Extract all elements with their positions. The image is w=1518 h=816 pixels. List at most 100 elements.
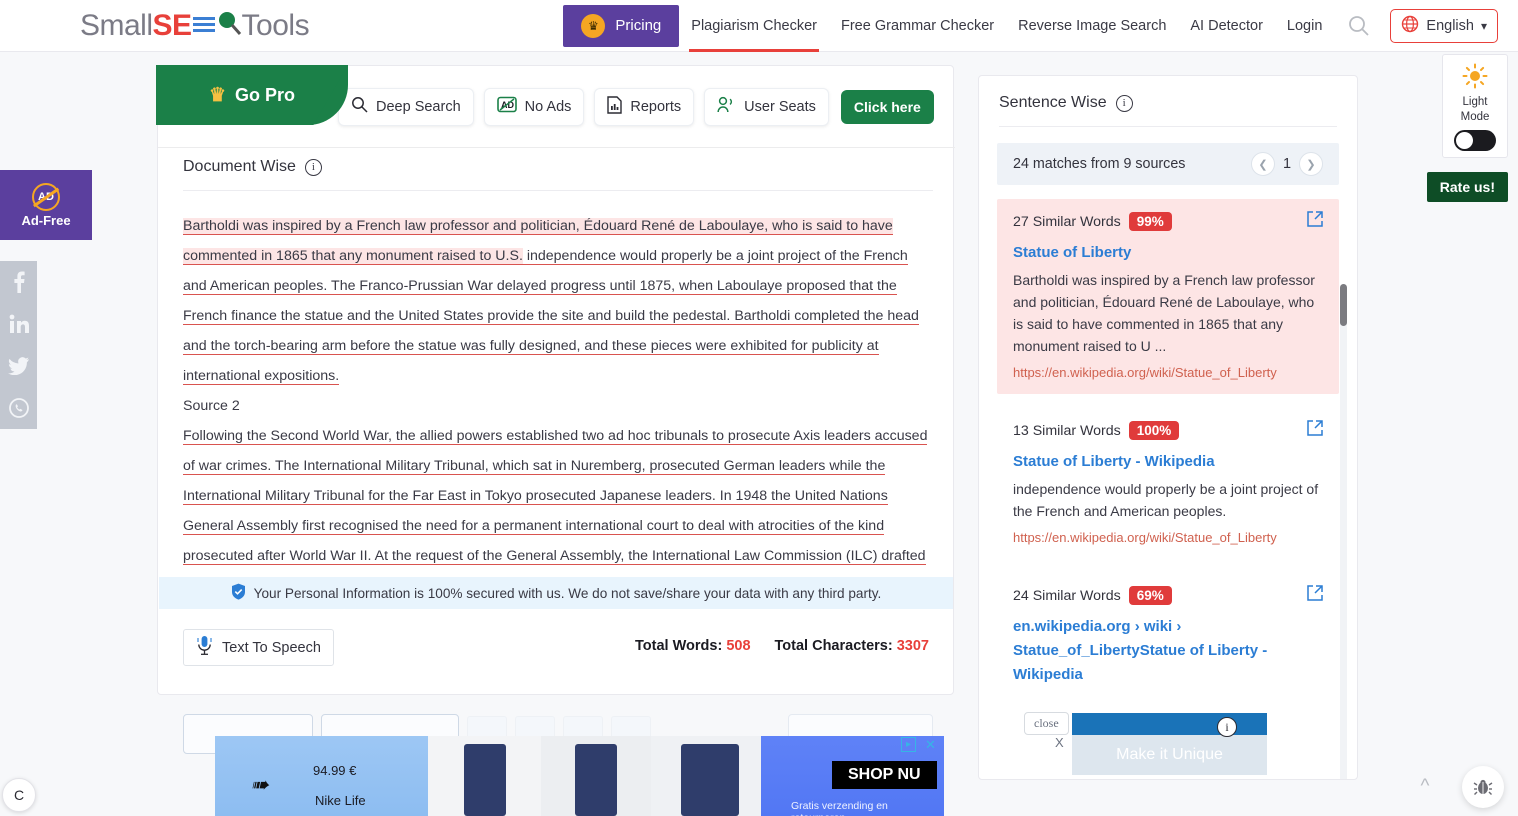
sentence-wise-panel: Sentence Wise i 24 matches from 9 source… bbox=[978, 75, 1358, 780]
result-card-header: 13 Similar Words 100% bbox=[1013, 420, 1323, 441]
click-here-button[interactable]: Click here bbox=[840, 89, 934, 124]
light-mode-widget[interactable]: Light Mode bbox=[1442, 54, 1508, 158]
result-card[interactable]: 13 Similar Words 100% Statue of Liberty … bbox=[997, 408, 1339, 559]
text-to-speech-label: Text To Speech bbox=[222, 639, 321, 656]
ad-close-icon[interactable]: ✕ bbox=[923, 737, 938, 752]
search-icon[interactable] bbox=[1334, 15, 1384, 37]
language-selector[interactable]: English ▾ bbox=[1390, 8, 1498, 43]
users-icon bbox=[717, 96, 736, 117]
deep-search-button[interactable]: Deep Search bbox=[338, 87, 474, 126]
result-snippet: Bartholdi was inspired by a French law p… bbox=[1013, 272, 1315, 354]
report-document-icon bbox=[607, 95, 623, 118]
logo-part-se: SE bbox=[152, 8, 193, 42]
total-words-label: Total Words: bbox=[635, 638, 723, 654]
similar-words-label: 27 Similar Words bbox=[1013, 213, 1121, 230]
scroll-to-top-button[interactable]: ^ bbox=[1404, 766, 1446, 808]
ad-product-image bbox=[464, 744, 506, 816]
make-it-unique-top-bar: i bbox=[1072, 713, 1267, 737]
nav-link-ai-detector[interactable]: AI Detector bbox=[1178, 0, 1275, 52]
result-card[interactable]: 27 Similar Words 99% Statue of Liberty B… bbox=[997, 199, 1339, 394]
info-icon[interactable]: i bbox=[1115, 94, 1133, 112]
nav-link-login[interactable]: Login bbox=[1275, 0, 1334, 52]
main-nav: ♛ Pricing Plagiarism Checker Free Gramma… bbox=[563, 0, 1498, 52]
linkedin-icon[interactable] bbox=[0, 303, 37, 345]
match-percent-badge: 99% bbox=[1128, 212, 1172, 231]
nav-link-reverse-image-search[interactable]: Reverse Image Search bbox=[1006, 0, 1178, 52]
twitter-icon[interactable] bbox=[0, 345, 37, 387]
result-title-link[interactable]: en.wikipedia.org › wiki › Statue_of_Libe… bbox=[1013, 615, 1323, 687]
matches-text: 24 matches from 9 sources bbox=[1013, 156, 1186, 172]
cookie-settings-button[interactable]: C bbox=[2, 778, 36, 812]
total-characters-label: Total Characters: bbox=[774, 638, 893, 654]
paragraph-2: Following the Second World War, the alli… bbox=[183, 421, 935, 571]
light-mode-label-line1: Light bbox=[1462, 96, 1488, 108]
result-card-header: 24 Similar Words 69% bbox=[1013, 585, 1323, 606]
close-x-button[interactable]: X bbox=[1055, 735, 1064, 750]
advertisement-banner[interactable]: ➠ 94.99 € Nike Life SHOP NU Gratis verze… bbox=[215, 736, 944, 816]
facebook-icon[interactable] bbox=[0, 261, 37, 303]
privacy-notice-bar: Your Personal Information is 100% secure… bbox=[159, 577, 953, 609]
result-card[interactable]: 24 Similar Words 69% en.wikipedia.org › … bbox=[997, 573, 1339, 701]
user-seats-label: User Seats bbox=[744, 98, 816, 115]
nav-label: Plagiarism Checker bbox=[691, 17, 817, 34]
adchoices-icon[interactable]: ▸ bbox=[901, 737, 916, 752]
no-ads-button[interactable]: AD No Ads bbox=[483, 87, 585, 126]
user-seats-button[interactable]: User Seats bbox=[704, 87, 829, 126]
make-it-unique-wrap: i Make it Unique bbox=[1072, 713, 1267, 775]
matches-summary-bar: 24 matches from 9 sources ❮ 1 ❯ bbox=[997, 143, 1339, 185]
chevron-right-icon[interactable]: ❯ bbox=[1299, 152, 1323, 176]
ad-brand: Nike Life bbox=[315, 793, 366, 808]
light-mode-label-line2: Mode bbox=[1460, 111, 1490, 123]
ad-free-icon: AD bbox=[32, 182, 60, 211]
nav-label: Free Grammar Checker bbox=[841, 17, 995, 34]
result-url[interactable]: https://en.wikipedia.org/wiki/Statue_of_… bbox=[1013, 530, 1323, 545]
app-root: Small SE Tools ♛ Pricing Plagiarism Checke… bbox=[0, 0, 1518, 816]
nav-label: Login bbox=[1286, 17, 1323, 34]
pro-toolbar: ♛ Go Pro Deep Search AD No Ads Reports U… bbox=[156, 65, 955, 148]
sentence-wise-header: Sentence Wise i bbox=[979, 76, 1357, 112]
logo-text: Small SE Tools bbox=[80, 8, 310, 43]
logo-magnifier-icon bbox=[216, 9, 242, 35]
result-url[interactable]: https://en.wikipedia.org/wiki/Statue_of_… bbox=[1013, 365, 1323, 380]
sentence-wise-title: Sentence Wise bbox=[999, 94, 1107, 111]
text-to-speech-button[interactable]: Text To Speech bbox=[183, 629, 334, 666]
light-mode-toggle[interactable] bbox=[1454, 130, 1496, 151]
info-icon[interactable]: i bbox=[304, 158, 322, 176]
site-logo[interactable]: Small SE Tools bbox=[80, 0, 310, 52]
social-share-rail bbox=[0, 261, 37, 429]
external-link-icon[interactable] bbox=[1307, 211, 1323, 232]
nav-link-free-grammar-checker[interactable]: Free Grammar Checker bbox=[829, 0, 1006, 52]
result-title-link[interactable]: Statue of Liberty bbox=[1013, 241, 1323, 265]
result-list[interactable]: 27 Similar Words 99% Statue of Liberty B… bbox=[979, 199, 1357, 719]
results-scrollbar-track[interactable] bbox=[1340, 284, 1347, 779]
sun-icon bbox=[1462, 63, 1488, 94]
info-icon[interactable]: i bbox=[1217, 717, 1237, 737]
word-count-summary: Total Words: 508 Total Characters: 3307 bbox=[635, 638, 929, 654]
chevron-left-icon[interactable]: ❮ bbox=[1251, 152, 1275, 176]
close-overlay-button[interactable]: close bbox=[1024, 712, 1069, 735]
ad-price: 94.99 € bbox=[313, 763, 357, 778]
report-bug-button[interactable] bbox=[1462, 766, 1504, 808]
external-link-icon[interactable] bbox=[1307, 420, 1323, 441]
reports-button[interactable]: Reports bbox=[594, 87, 695, 126]
document-panel: ♛ Go Pro Deep Search AD No Ads Reports U… bbox=[156, 65, 1086, 754]
go-pro-label: Go Pro bbox=[235, 84, 296, 105]
rate-us-button[interactable]: Rate us! bbox=[1426, 172, 1508, 202]
ad-image-1 bbox=[428, 736, 541, 816]
text-segment: At the request of the General Assembly, … bbox=[371, 548, 926, 565]
document-wise-header: Document Wise i bbox=[183, 158, 322, 176]
ad-free-badge[interactable]: AD Ad-Free bbox=[0, 170, 92, 240]
make-it-unique-button[interactable]: Make it Unique bbox=[1072, 735, 1267, 775]
external-link-icon[interactable] bbox=[1307, 585, 1323, 606]
paragraph-1: Bartholdi was inspired by a French law p… bbox=[183, 211, 935, 391]
nav-link-plagiarism-checker[interactable]: Plagiarism Checker bbox=[679, 0, 829, 52]
result-title-link[interactable]: Statue of Liberty - Wikipedia bbox=[1013, 450, 1323, 474]
results-scrollbar-thumb[interactable] bbox=[1340, 284, 1347, 326]
pricing-button[interactable]: ♛ Pricing bbox=[563, 4, 680, 47]
whatsapp-icon[interactable] bbox=[0, 387, 37, 429]
pricing-label: Pricing bbox=[615, 17, 662, 34]
ad-cta-button[interactable]: SHOP NU bbox=[832, 761, 937, 789]
ad-free-badge-text: AD bbox=[38, 190, 54, 203]
nav-label: AI Detector bbox=[1190, 17, 1263, 34]
match-percent-badge: 69% bbox=[1128, 586, 1172, 605]
